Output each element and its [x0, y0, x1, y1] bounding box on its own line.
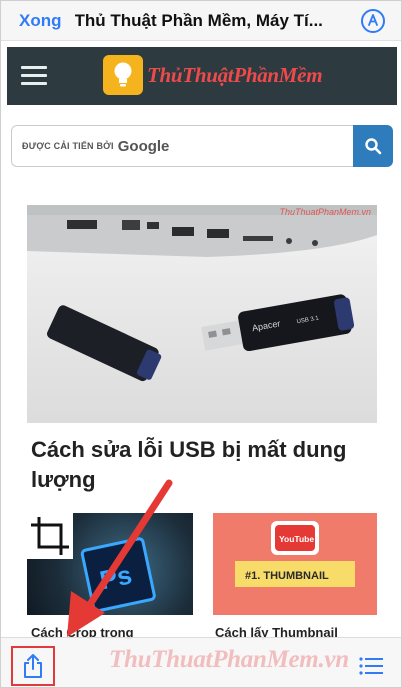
lightbulb-logo-icon [103, 55, 143, 95]
card2-badge: YouTube [279, 534, 314, 544]
hero-watermark: ThuThuatPhanMem.vn [279, 207, 371, 217]
card2-image-text: #1. THUMBNAIL [245, 570, 329, 582]
screen: Xong Thủ Thuật Phần Mềm, Máy Tí... ThủTh… [0, 0, 402, 688]
article-image[interactable]: Apacer USB 3.1 ThuThuatPhanMem.vn [27, 205, 377, 423]
search-button[interactable] [353, 125, 393, 167]
search-powered-label: ĐƯỢC CẢI TIẾN BỞI [22, 141, 114, 151]
search-input[interactable]: ĐƯỢC CẢI TIẾN BỞI Google [11, 125, 353, 167]
share-button[interactable] [11, 646, 55, 686]
done-button[interactable]: Xong [19, 11, 62, 31]
site-header: ThủThuậtPhầnMềm [7, 47, 397, 105]
search-icon [365, 138, 382, 155]
card-image-crop[interactable]: Ps [27, 513, 193, 615]
hamburger-icon[interactable] [21, 66, 47, 86]
search-brand: Google [117, 137, 170, 155]
article-title[interactable]: Cách sửa lỗi USB bị mất dung lượng [31, 435, 371, 495]
list-icon[interactable] [359, 656, 383, 676]
logo-text-part1: ThủThuật [147, 62, 234, 87]
top-bar: Xong Thủ Thuật Phần Mềm, Máy Tí... [1, 1, 401, 41]
logo-text-part2: PhầnMềm [233, 62, 323, 87]
logo-text: ThủThuậtPhầnMềm [147, 62, 323, 88]
watermark: ThuThuatPhanMem.vn [109, 646, 349, 673]
share-icon [24, 654, 42, 678]
card-image-thumbnail[interactable]: YouTube #1. THUMBNAIL [213, 513, 377, 615]
bottom-toolbar: ThuThuatPhanMem.vn [1, 637, 401, 687]
usb-illustration: Apacer USB 3.1 [27, 205, 377, 382]
site-logo[interactable]: ThủThuậtPhầnMềm [103, 55, 323, 95]
page-title: Thủ Thuật Phần Mềm, Máy Tí... [74, 10, 323, 30]
markup-icon[interactable] [361, 9, 385, 33]
